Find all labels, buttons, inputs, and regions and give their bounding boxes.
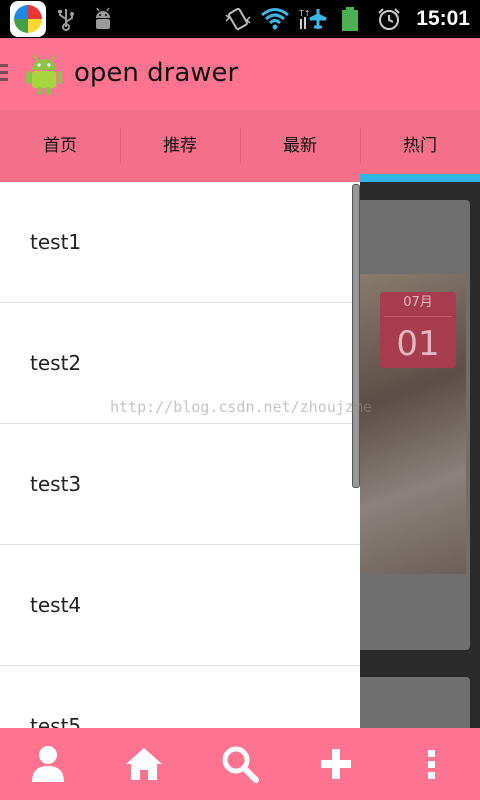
android-logo-icon[interactable]: [24, 54, 64, 96]
drawer-item-label: test2: [30, 351, 82, 375]
tab-popular[interactable]: 热门: [360, 110, 480, 182]
usb-icon: [58, 9, 74, 31]
status-bar: T↑ 15:01: [0, 0, 480, 38]
app-pinwheel-icon: [10, 1, 46, 37]
drawer-item-test5[interactable]: test5: [0, 666, 360, 728]
tab-home[interactable]: 首页: [0, 110, 120, 182]
tab-selected-indicator: [360, 174, 480, 182]
svg-text:T↑: T↑: [298, 9, 311, 18]
battery-icon: [342, 7, 358, 31]
airplane-signal-icon: T↑: [298, 9, 327, 29]
drawer-toggle-icon[interactable]: [0, 64, 8, 84]
date-month: 07月: [403, 295, 433, 310]
search-icon[interactable]: [220, 744, 260, 784]
bottom-nav: [0, 728, 480, 800]
more-vert-icon[interactable]: [412, 744, 452, 784]
action-bar: open drawer: [0, 38, 480, 110]
navigation-drawer: test1 test2 test3 test4 test5: [0, 182, 360, 728]
drawer-item-label: test3: [30, 472, 82, 496]
alarm-icon: [378, 8, 400, 30]
add-icon[interactable]: [316, 744, 356, 784]
user-icon[interactable]: [28, 744, 68, 784]
tab-recommended[interactable]: 推荐: [120, 110, 240, 182]
wifi-icon: [261, 8, 289, 30]
watermark: http://blog.csdn.net/zhoujzme: [110, 398, 372, 416]
home-icon[interactable]: [124, 744, 164, 784]
status-time: 15:01: [416, 7, 470, 30]
drawer-item-label: test4: [30, 593, 82, 617]
android-debug-icon: [96, 7, 110, 29]
drawer-scrollbar[interactable]: [352, 184, 360, 488]
drawer-item-test4[interactable]: test4: [0, 545, 360, 666]
drawer-item-test1[interactable]: test1: [0, 182, 360, 303]
vibrate-icon: [225, 7, 251, 31]
drawer-item-label: test1: [30, 230, 82, 254]
tab-bar: 首页 推荐 最新 热门: [0, 110, 480, 182]
drawer-item-test3[interactable]: test3: [0, 424, 360, 545]
date-badge: 07月 01: [380, 292, 456, 368]
tab-latest[interactable]: 最新: [240, 110, 360, 182]
drawer-item-label: test5: [30, 714, 82, 728]
page-title: open drawer: [74, 58, 239, 88]
date-day: 01: [396, 324, 440, 364]
